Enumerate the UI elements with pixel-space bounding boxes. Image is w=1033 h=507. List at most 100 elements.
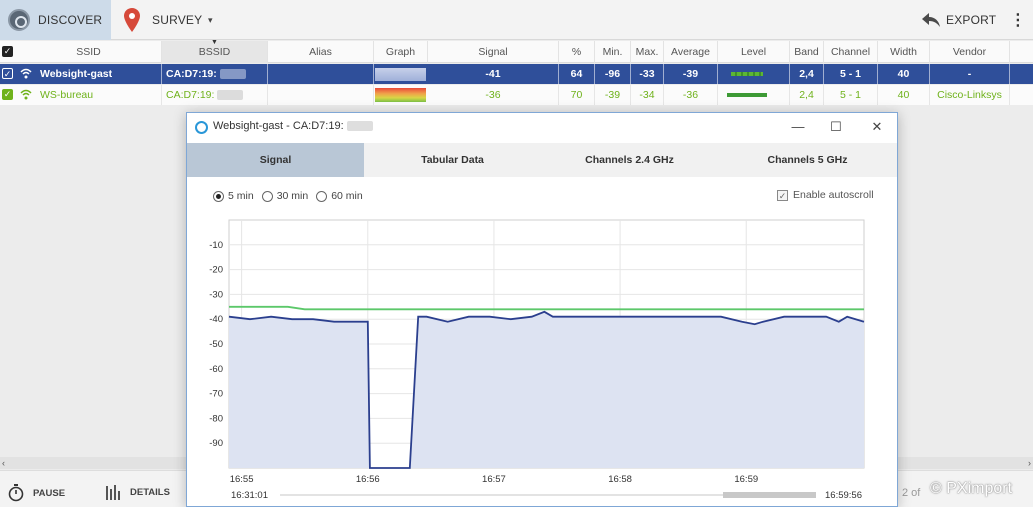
table-row[interactable]: ✓ WS-bureau CA:D7:19: -36 70 -39 -34 -36… (0, 85, 1033, 105)
col-min[interactable]: Min. (595, 41, 631, 63)
cell-vendor: - (930, 64, 1010, 84)
row-checkbox[interactable]: ✓ (2, 68, 13, 79)
time-range-selector: 5 min 30 min 60 min (213, 190, 371, 202)
more-menu-icon[interactable]: ⋮ (1010, 0, 1026, 40)
signal-level-bar (727, 93, 767, 97)
discover-button[interactable]: DISCOVER (0, 0, 111, 40)
x-tick-label: 16:55 (230, 474, 254, 485)
col-signal[interactable]: Signal (428, 41, 559, 63)
cell-channel: 5 - 1 (824, 85, 878, 105)
col-vendor[interactable]: Vendor (930, 41, 1010, 63)
signal-chart: -10 -20 -30 -40 -50 -60 -70 -80 -90 16:55 16:56 16:… (209, 219, 865, 485)
cell-graph-sparkline (375, 88, 426, 102)
range-option-60min[interactable]: 60 min (316, 190, 363, 202)
minimize-icon[interactable]: — (788, 117, 808, 137)
col-ssid[interactable]: SSID (16, 41, 162, 63)
tab-bar: Signal Tabular Data Channels 2.4 GHz Cha… (187, 143, 897, 177)
maximize-icon[interactable]: ☐ (826, 117, 846, 137)
export-label: EXPORT (946, 13, 997, 27)
sort-arrow-icon: ▼ (211, 39, 218, 46)
range-option-30min[interactable]: 30 min (261, 190, 309, 202)
scroll-left-icon[interactable]: ‹ (2, 457, 5, 469)
signal-area-fill (229, 311, 864, 468)
autoscroll-label: Enable autoscroll (793, 189, 874, 201)
radio-5min[interactable] (213, 190, 224, 202)
table-row[interactable]: ✓ Websight-gast CA:D7:19: -41 64 -96 -33… (0, 64, 1033, 84)
autoscroll-checkbox[interactable]: ✓ (777, 189, 788, 201)
col-bssid[interactable]: ▼ BSSID (162, 39, 268, 63)
col-max[interactable]: Max. (631, 41, 664, 63)
tab-tabular-data[interactable]: Tabular Data (364, 143, 541, 177)
redacted-blur (219, 69, 246, 80)
range-option-5min[interactable]: 5 min (213, 190, 254, 202)
details-button[interactable]: DETAILS (105, 484, 170, 500)
row-checkbox[interactable]: ✓ (2, 89, 13, 100)
range-60min-label: 60 min (331, 190, 363, 202)
select-all-checkbox[interactable]: ✓ (2, 46, 13, 57)
cell-band: 2,4 (790, 85, 824, 105)
col-channel[interactable]: Channel (824, 41, 878, 63)
cell-signal: -41 (428, 64, 559, 84)
wifi-icon (20, 68, 32, 79)
cell-min: -96 (595, 64, 631, 84)
range-30min-label: 30 min (276, 190, 309, 202)
y-tick-label: -10 (209, 240, 223, 251)
col-average[interactable]: Average (664, 41, 718, 63)
x-tick-label: 16:58 (608, 474, 632, 485)
cell-alias (268, 85, 374, 105)
cell-bssid-text: CA:D7:19: (166, 68, 217, 80)
x-tick-label: 16:59 (734, 474, 758, 485)
survey-dropdown-icon[interactable]: ▾ (208, 0, 213, 40)
export-button[interactable]: EXPORT (922, 0, 996, 40)
col-graph[interactable]: Graph (374, 41, 428, 63)
cell-min: -39 (595, 85, 631, 105)
cell-bssid: CA:D7:19: (162, 85, 268, 105)
cell-alias (268, 64, 374, 84)
scroll-right-icon[interactable]: › (1028, 457, 1031, 469)
timeline-scroller[interactable]: 16:31:01 16:59:56 (187, 485, 897, 505)
window-titlebar[interactable]: Websight-gast - CA:D7:19: — ☐ ✕ (187, 113, 897, 141)
tab-channels-5[interactable]: Channels 5 GHz (718, 143, 897, 177)
col-alias[interactable]: Alias (268, 41, 374, 63)
close-icon[interactable]: ✕ (867, 117, 887, 137)
cell-graph-sparkline (375, 68, 426, 81)
cell-ssid: WS-bureau (36, 85, 162, 105)
toolbar: DISCOVER SURVEY ▾ EXPORT ⋮ (0, 0, 1033, 40)
radio-60min[interactable] (316, 190, 328, 202)
col-width[interactable]: Width (878, 41, 930, 63)
redacted-blur (346, 121, 373, 132)
y-tick-label: -60 (209, 364, 223, 375)
cell-average: -36 (664, 85, 718, 105)
autoscroll-toggle[interactable]: ✓ Enable autoscroll (777, 189, 874, 201)
survey-button[interactable]: SURVEY (120, 0, 202, 40)
tab-channels-24[interactable]: Channels 2.4 GHz (541, 143, 718, 177)
survey-label: SURVEY (152, 13, 203, 27)
cell-percent: 70 (559, 85, 595, 105)
wifi-icon (20, 89, 32, 100)
timeline-start: 16:31:01 (231, 490, 268, 501)
copyright-watermark: © PXimport (930, 480, 1013, 497)
col-band[interactable]: Band (790, 41, 824, 63)
cell-bssid-text: CA:D7:19: (166, 89, 215, 101)
details-bars-icon (106, 485, 120, 500)
col-level[interactable]: Level (718, 41, 790, 63)
cell-channel: 5 - 1 (824, 64, 878, 84)
timeline-thumb[interactable] (723, 492, 816, 498)
cell-width: 40 (878, 64, 930, 84)
app-icon (195, 121, 208, 134)
signal-detail-window: Websight-gast - CA:D7:19: — ☐ ✕ Signal T… (186, 112, 898, 507)
radio-30min[interactable] (261, 190, 273, 202)
cell-signal: -36 (428, 85, 559, 105)
cell-vendor: Cisco-Linksys (930, 85, 1010, 105)
pause-button[interactable]: PAUSE (8, 484, 65, 502)
col-bssid-label: BSSID (198, 46, 231, 58)
redacted-blur (217, 90, 244, 101)
y-tick-label: -90 (209, 438, 223, 449)
cell-average: -39 (664, 64, 718, 84)
cell-ssid: Websight-gast (36, 64, 162, 84)
cell-max: -33 (631, 64, 664, 84)
signal-level-bar (731, 72, 763, 76)
col-percent[interactable]: % (559, 41, 595, 63)
y-tick-label: -50 (209, 339, 223, 350)
tab-signal[interactable]: Signal (187, 143, 364, 177)
